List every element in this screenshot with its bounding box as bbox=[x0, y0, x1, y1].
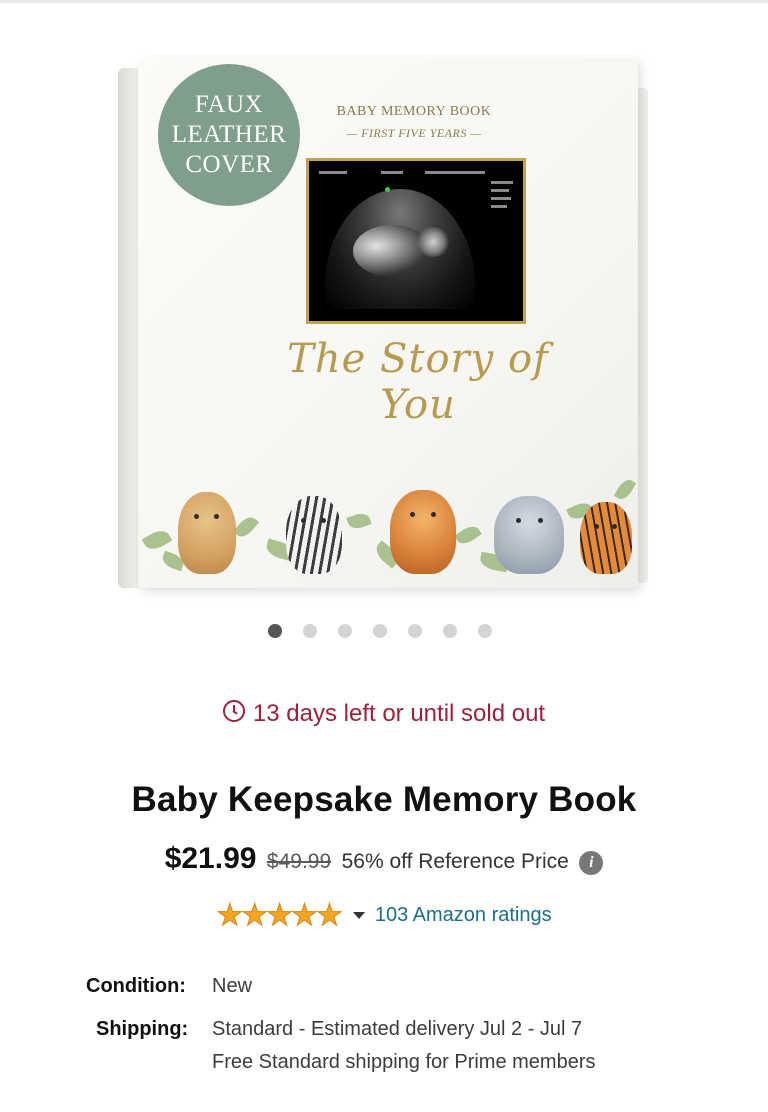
chevron-down-icon[interactable] bbox=[352, 912, 365, 919]
star-rating-icon[interactable]: ★★★★★ bbox=[216, 898, 343, 933]
book-cover: FAUX LEATHER COVER BABY MEMORY BOOK — FI… bbox=[138, 58, 638, 588]
condition-label: Condition: bbox=[86, 975, 186, 997]
deal-timer-text: 13 days left or until sold out bbox=[252, 700, 546, 727]
cover-script-title: The Story of You bbox=[287, 336, 549, 428]
condition-value: New bbox=[212, 975, 253, 997]
ratings-count-link[interactable]: 103 Amazon ratings bbox=[375, 904, 552, 927]
current-price: $21.99 bbox=[164, 842, 257, 875]
faux-leather-badge: FAUX LEATHER COVER bbox=[158, 64, 300, 206]
shipping-prime-note: Free Standard shipping for Prime members bbox=[212, 1051, 596, 1073]
elephant-illustration bbox=[494, 496, 564, 574]
carousel-dot[interactable] bbox=[373, 624, 387, 638]
shipping-estimate: Standard - Estimated delivery Jul 2 - Ju… bbox=[212, 1018, 583, 1040]
product-image[interactable]: FAUX LEATHER COVER BABY MEMORY BOOK — FI… bbox=[118, 58, 648, 590]
safari-animals-illustration bbox=[138, 468, 638, 588]
ultrasound-image bbox=[315, 167, 517, 315]
carousel-dot[interactable] bbox=[443, 624, 457, 638]
giraffe-illustration bbox=[178, 492, 236, 574]
info-icon[interactable]: i bbox=[579, 851, 604, 875]
top-divider bbox=[0, 0, 768, 3]
shipping-label: Shipping: bbox=[96, 1018, 189, 1040]
carousel-dot[interactable] bbox=[338, 624, 352, 638]
tiger-illustration bbox=[580, 502, 632, 574]
reference-price: $49.99 bbox=[266, 850, 332, 873]
ultrasound-photo-frame bbox=[306, 158, 526, 324]
clock-icon bbox=[222, 700, 245, 722]
cover-title: BABY MEMORY BOOK bbox=[336, 104, 492, 119]
badge-line-2: LEATHER bbox=[171, 121, 287, 148]
book-edge bbox=[638, 88, 648, 583]
carousel-dot[interactable] bbox=[478, 624, 492, 638]
carousel-dot-active[interactable] bbox=[268, 624, 282, 638]
carousel-dot[interactable] bbox=[303, 624, 317, 638]
discount-text: 56% off Reference Price bbox=[341, 850, 569, 873]
product-title: Baby Keepsake Memory Book bbox=[131, 780, 637, 819]
product-image-carousel[interactable]: FAUX LEATHER COVER BABY MEMORY BOOK — FI… bbox=[0, 10, 768, 610]
cover-subtitle: — FIRST FIVE YEARS — bbox=[346, 126, 482, 140]
carousel-dot[interactable] bbox=[408, 624, 422, 638]
badge-line-1: FAUX bbox=[194, 91, 264, 118]
deal-timer: 13 days left or until sold out bbox=[0, 700, 768, 728]
price-row: $21.99 $49.99 56% off Reference Price i bbox=[0, 842, 768, 876]
rating-row: ★★★★★ 103 Amazon ratings bbox=[0, 898, 768, 933]
badge-line-3: COVER bbox=[185, 151, 273, 178]
zebra-illustration bbox=[286, 496, 342, 574]
lion-illustration bbox=[390, 490, 456, 574]
carousel-dots[interactable] bbox=[268, 624, 492, 640]
